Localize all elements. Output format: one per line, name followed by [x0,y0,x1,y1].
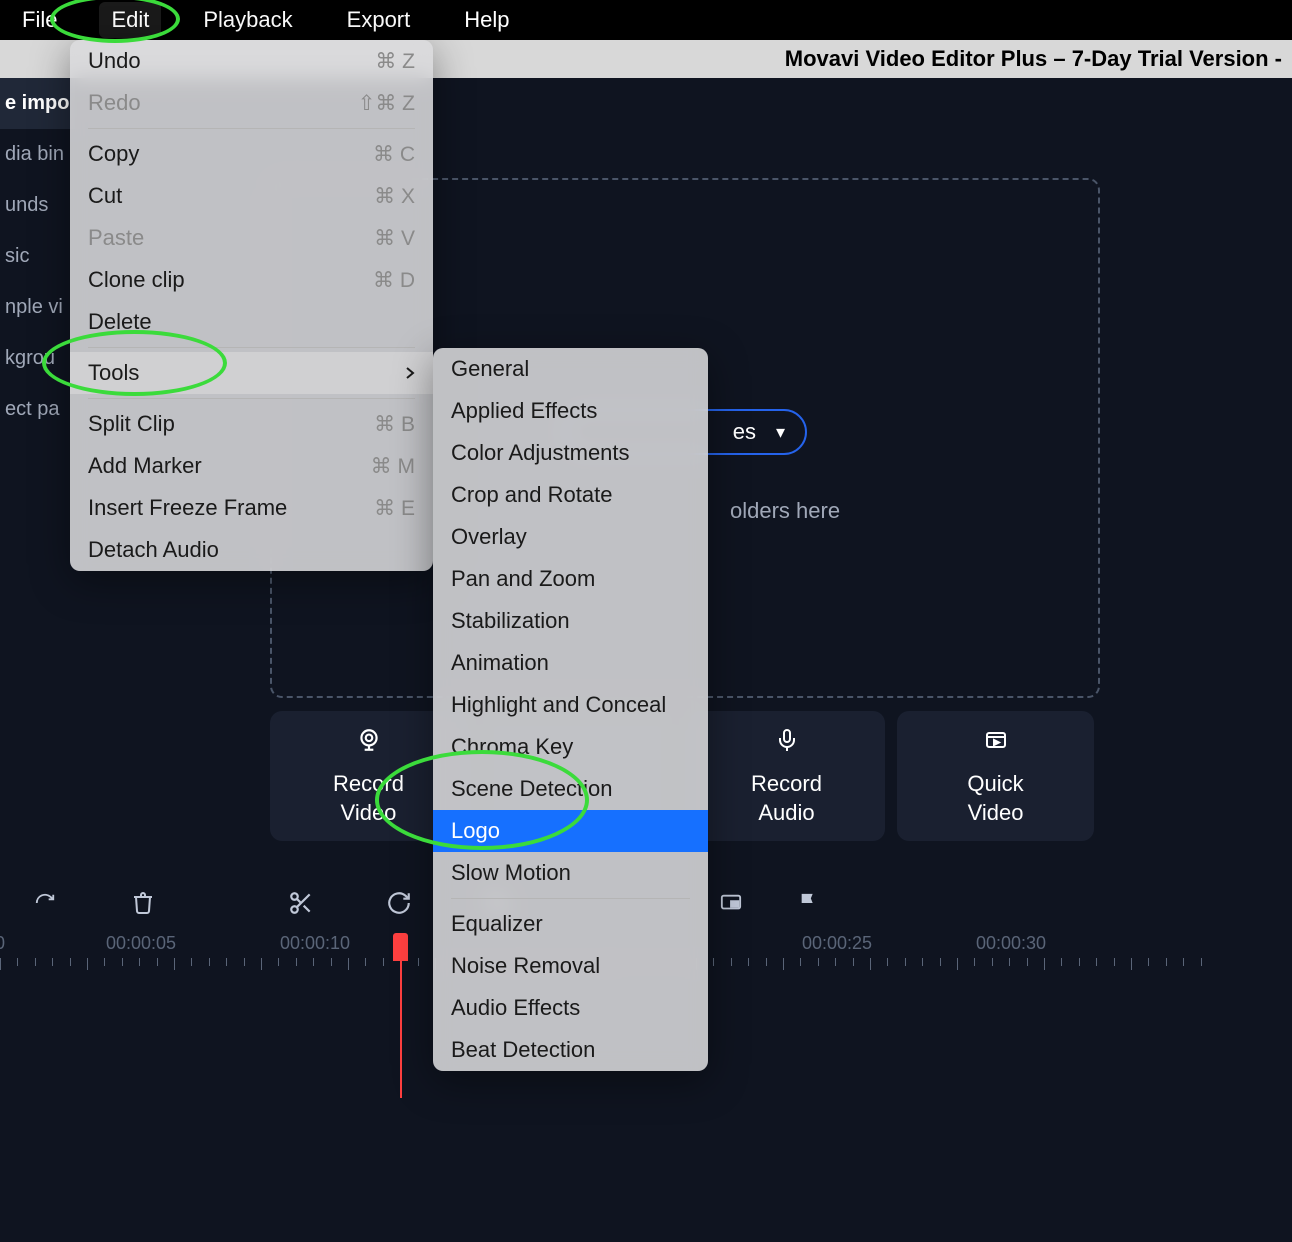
webcam-icon [354,725,384,755]
flag-icon[interactable] [794,888,824,918]
record-video-label: Record Video [333,770,404,827]
rotate-icon[interactable] [384,888,414,918]
menu-tools[interactable]: Tools [70,352,433,394]
menu-paste[interactable]: Paste ⌘ V [70,217,433,259]
menu-separator [88,398,415,399]
video-icon [981,725,1011,755]
add-files-label: es [733,419,756,445]
menu-crop-rotate[interactable]: Crop and Rotate [433,474,708,516]
window-title: Movavi Video Editor Plus – 7-Day Trial V… [785,46,1282,72]
playhead-line [400,958,402,1098]
ruler-label: 00:00:10 [280,933,350,954]
pip-icon[interactable] [716,888,746,918]
menu-delete[interactable]: Delete [70,301,433,343]
record-audio-button[interactable]: Record Audio [688,711,885,841]
menu-slow-motion[interactable]: Slow Motion [433,852,708,894]
menu-separator [451,898,690,899]
menu-copy[interactable]: Copy ⌘ C [70,133,433,175]
menu-animation[interactable]: Animation [433,642,708,684]
chevron-right-icon [405,360,415,386]
sidebar-item-backgrounds[interactable]: kgrou [0,333,75,384]
menu-overlay[interactable]: Overlay [433,516,708,558]
ruler-label: 00:00:05 [106,933,176,954]
dropzone-hint: olders here [730,498,840,524]
menu-add-marker[interactable]: Add Marker ⌘ M [70,445,433,487]
menu-pan-zoom[interactable]: Pan and Zoom [433,558,708,600]
menu-edit[interactable]: Edit [99,2,161,38]
menu-stabilization[interactable]: Stabilization [433,600,708,642]
menu-file[interactable]: File [10,2,69,38]
menu-beat-detection[interactable]: Beat Detection [433,1029,708,1071]
menu-equalizer[interactable]: Equalizer [433,903,708,945]
menu-undo[interactable]: Undo ⌘ Z [70,40,433,82]
menu-chroma-key[interactable]: Chroma Key [433,726,708,768]
menu-help[interactable]: Help [452,2,521,38]
menu-applied-effects[interactable]: Applied Effects [433,390,708,432]
redo-icon[interactable] [30,888,60,918]
sidebar-item-media-bin[interactable]: dia bin [0,129,75,180]
menu-separator [88,347,415,348]
menu-audio-effects[interactable]: Audio Effects [433,987,708,1029]
sidebar: e impo dia bin unds sic nple vi kgrou ec… [0,78,75,1242]
menu-color-adjustments[interactable]: Color Adjustments [433,432,708,474]
menu-detach-audio[interactable]: Detach Audio [70,529,433,571]
menu-general[interactable]: General [433,348,708,390]
ruler-label: 00:00:30 [976,933,1046,954]
sidebar-item-effect-packages[interactable]: ect pa [0,384,75,435]
playhead[interactable] [393,933,408,961]
menu-logo[interactable]: Logo [433,810,708,852]
chevron-down-icon[interactable]: ▾ [776,422,785,443]
menu-noise-removal[interactable]: Noise Removal [433,945,708,987]
menu-highlight-conceal[interactable]: Highlight and Conceal [433,684,708,726]
sidebar-item-sample-video[interactable]: nple vi [0,282,75,333]
quick-video-label: Quick Video [967,770,1023,827]
ruler-label: 0 [0,933,5,954]
menu-export[interactable]: Export [335,2,423,38]
edit-menu-dropdown: Undo ⌘ Z Redo ⇧⌘ Z Copy ⌘ C Cut ⌘ X Past… [70,40,433,571]
menu-separator [88,128,415,129]
tools-submenu-dropdown: General Applied Effects Color Adjustment… [433,348,708,1071]
trash-icon[interactable] [128,888,158,918]
menubar: File Edit Playback Export Help [0,0,1292,40]
scissors-icon[interactable] [286,888,316,918]
menu-redo[interactable]: Redo ⇧⌘ Z [70,82,433,124]
menu-insert-freeze-frame[interactable]: Insert Freeze Frame ⌘ E [70,487,433,529]
record-audio-label: Record Audio [751,770,822,827]
quick-video-button[interactable]: Quick Video [897,711,1094,841]
menu-cut[interactable]: Cut ⌘ X [70,175,433,217]
sidebar-item-sounds[interactable]: unds [0,180,75,231]
menu-clone-clip[interactable]: Clone clip ⌘ D [70,259,433,301]
menu-scene-detection[interactable]: Scene Detection [433,768,708,810]
mic-icon [772,725,802,755]
ruler-label: 00:00:25 [802,933,872,954]
sidebar-item-import[interactable]: e impo [0,78,75,129]
menu-playback[interactable]: Playback [191,2,304,38]
menu-split-clip[interactable]: Split Clip ⌘ B [70,403,433,445]
sidebar-item-music[interactable]: sic [0,231,75,282]
